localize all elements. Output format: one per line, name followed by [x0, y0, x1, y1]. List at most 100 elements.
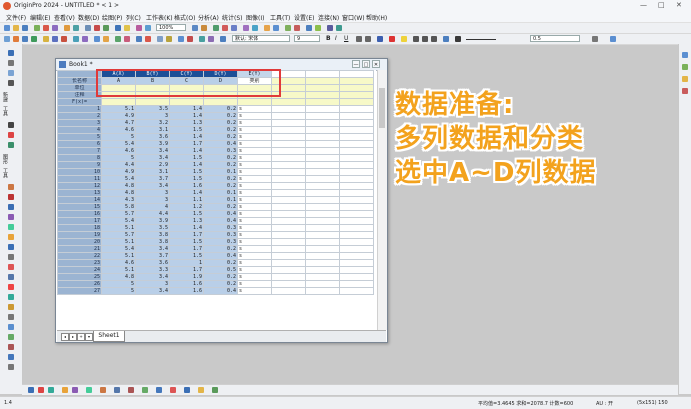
bold-button[interactable]: B — [326, 35, 331, 42]
data-cell[interactable]: 3.3 — [135, 266, 170, 274]
apps-icon[interactable] — [213, 25, 219, 31]
graph-template-icon[interactable] — [103, 36, 109, 42]
sheet-list-button[interactable]: ▾ — [85, 333, 93, 341]
line-style-preview[interactable] — [466, 39, 496, 40]
data-cell[interactable]: s — [237, 182, 272, 190]
open-icon[interactable] — [13, 25, 19, 31]
row-label[interactable]: 长名称 — [57, 77, 102, 85]
vertical-scrollbar[interactable] — [377, 70, 387, 330]
graph-waterfall-icon[interactable] — [208, 36, 214, 42]
data-cell[interactable]: 0.2 — [203, 273, 238, 281]
data-cell[interactable]: 3.5 — [135, 224, 170, 232]
menu-format[interactable]: 格式(O) — [174, 13, 195, 22]
row-number[interactable]: 22 — [57, 252, 102, 260]
font-color-icon[interactable] — [389, 36, 395, 42]
row-number[interactable]: 6 — [57, 140, 102, 148]
object-manager-icon[interactable] — [682, 52, 688, 58]
graph-bubble-icon[interactable] — [178, 36, 184, 42]
sheet-next-button[interactable]: ▸ — [69, 333, 77, 341]
empty-cell[interactable] — [271, 140, 306, 148]
data-cell[interactable]: 5.1 — [101, 266, 136, 274]
data-cell[interactable]: 3 — [135, 112, 170, 120]
data-cell[interactable]: 3.9 — [135, 140, 170, 148]
graph-heatmap-icon[interactable] — [187, 36, 193, 42]
data-cell[interactable]: 0.3 — [203, 231, 238, 239]
row-number[interactable]: 27 — [57, 287, 102, 295]
data-cell[interactable]: 5 — [101, 154, 136, 162]
data-cell[interactable]: s — [237, 105, 272, 113]
data-cell[interactable]: 5.4 — [101, 140, 136, 148]
empty-cell[interactable] — [305, 147, 340, 155]
zoom-combo[interactable]: 100% — [156, 24, 186, 31]
data-cell[interactable]: 0.4 — [203, 287, 238, 295]
save-icon[interactable] — [22, 25, 28, 31]
menu-column[interactable]: 列(C) — [126, 13, 141, 22]
empty-cell[interactable] — [305, 133, 340, 141]
workbook-minimize-button[interactable]: — — [352, 60, 360, 68]
empty-cell[interactable] — [305, 189, 340, 197]
data-cell[interactable]: 4 — [135, 203, 170, 211]
link-icon[interactable] — [8, 334, 14, 340]
empty-cell[interactable] — [339, 105, 374, 113]
graph-area-icon[interactable] — [52, 36, 58, 42]
data-cell[interactable]: 1.7 — [169, 231, 204, 239]
graph-line-symbol-icon[interactable] — [31, 36, 37, 42]
data-cell[interactable]: 3.7 — [135, 175, 170, 183]
data-cell[interactable]: 1.4 — [169, 161, 204, 169]
data-cell[interactable]: 3.8 — [135, 231, 170, 239]
data-cell[interactable]: 1.7 — [169, 266, 204, 274]
data-cell[interactable]: 4.4 — [101, 161, 136, 169]
data-cell[interactable]: s — [237, 224, 272, 232]
data-cell[interactable]: 1.6 — [169, 287, 204, 295]
line-width-combo[interactable]: 0.5 — [530, 35, 580, 42]
empty-cell[interactable] — [339, 168, 374, 176]
empty-cell[interactable] — [305, 154, 340, 162]
graph-vector-icon[interactable] — [157, 36, 163, 42]
apps-gallery-icon[interactable] — [682, 76, 688, 82]
data-cell[interactable]: 5.1 — [101, 252, 136, 260]
data-cell[interactable]: s — [237, 287, 272, 295]
data-cell[interactable]: 3.5 — [135, 105, 170, 113]
data-cell[interactable]: 4.3 — [101, 196, 136, 204]
data-cell[interactable]: 4.8 — [101, 182, 136, 190]
menu-edit[interactable]: 编辑(E) — [30, 13, 50, 22]
data-cell[interactable]: s — [237, 196, 272, 204]
data-cell[interactable]: 0.2 — [203, 126, 238, 134]
data-cell[interactable]: 0.2 — [203, 161, 238, 169]
data-cell[interactable]: 0.2 — [203, 259, 238, 267]
empty-cell[interactable] — [271, 259, 306, 267]
new-matrix-icon[interactable] — [52, 25, 58, 31]
sheet-first-button[interactable]: ◂ — [61, 333, 69, 341]
symbol-icon[interactable] — [610, 36, 616, 42]
row-number[interactable]: 5 — [57, 133, 102, 141]
empty-cell[interactable] — [305, 161, 340, 169]
data-cell[interactable]: 0.2 — [203, 182, 238, 190]
data-cell[interactable]: 5.4 — [101, 245, 136, 253]
rescale-icon[interactable] — [327, 25, 333, 31]
graph-map-icon[interactable] — [166, 36, 172, 42]
zoom-tool-icon[interactable] — [8, 60, 14, 66]
empty-meta-cell[interactable] — [339, 91, 374, 99]
find-icon[interactable] — [222, 25, 228, 31]
line-color-icon[interactable] — [455, 36, 461, 42]
graph-contour-icon[interactable] — [82, 36, 88, 42]
data-cell[interactable]: 3.6 — [135, 133, 170, 141]
add-column-icon[interactable] — [273, 25, 279, 31]
data-cell[interactable]: 4.7 — [101, 119, 136, 127]
data-cell[interactable]: 3 — [135, 280, 170, 288]
data-cell[interactable]: 1.5 — [169, 126, 204, 134]
data-cell[interactable]: s — [237, 210, 272, 218]
data-cell[interactable]: 1.4 — [169, 112, 204, 120]
data-cell[interactable]: 3.9 — [135, 217, 170, 225]
corner-cell[interactable] — [57, 70, 102, 78]
new-project-icon[interactable] — [4, 25, 10, 31]
data-cell[interactable]: 3.6 — [135, 259, 170, 267]
meta-cell[interactable] — [101, 98, 136, 106]
empty-meta-cell[interactable] — [339, 84, 374, 92]
row-number[interactable]: 13 — [57, 189, 102, 197]
data-cell[interactable]: 1 — [169, 259, 204, 267]
data-cell[interactable]: 1.5 — [169, 210, 204, 218]
empty-cell[interactable] — [339, 224, 374, 232]
empty-cell[interactable] — [339, 252, 374, 260]
data-cell[interactable]: 1.7 — [169, 140, 204, 148]
